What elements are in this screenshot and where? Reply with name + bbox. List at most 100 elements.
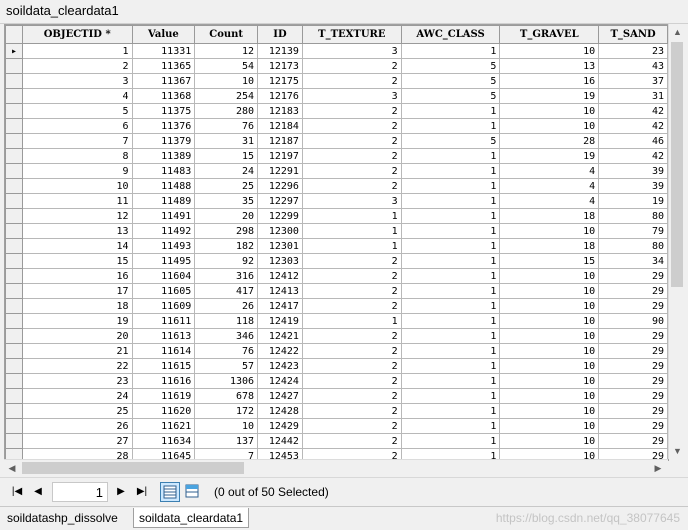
table-cell[interactable]: 31 [194,133,259,149]
table-cell[interactable]: 18 [499,208,600,224]
table-cell[interactable]: 10 [499,268,600,284]
row-selector[interactable] [5,373,23,389]
table-cell[interactable]: 11634 [131,433,196,449]
table-cell[interactable]: 76 [194,343,259,359]
first-record-button[interactable]: |◀ [8,483,26,501]
table-cell[interactable]: 182 [194,238,259,254]
select-all-cell[interactable] [5,25,23,44]
table-cell[interactable]: 10 [194,418,259,434]
table-cell[interactable]: 12301 [257,238,303,254]
table-cell[interactable]: 1 [400,298,501,314]
table-row[interactable]: 19 11611 118 12419 1 1 10 90 [5,313,668,329]
table-cell[interactable]: 11613 [131,328,196,344]
table-cell[interactable]: 11615 [131,358,196,374]
table-cell[interactable]: 1 [400,403,501,419]
table-cell[interactable]: 12419 [257,313,303,329]
table-cell[interactable]: 29 [598,343,668,359]
table-cell[interactable]: 10 [499,358,600,374]
table-cell[interactable]: 3 [21,73,133,89]
table-cell[interactable]: 3 [301,43,402,59]
table-cell[interactable]: 16 [499,73,600,89]
table-cell[interactable]: 25 [21,403,133,419]
table-cell[interactable]: 2 [301,388,402,404]
table-row[interactable]: 12 11491 20 12299 1 1 18 80 [5,208,668,224]
table-cell[interactable]: 1 [400,43,501,59]
table-cell[interactable]: 13 [499,58,600,74]
table-cell[interactable]: 46 [598,133,668,149]
table-cell[interactable]: 13 [21,223,133,239]
table-cell[interactable]: 11620 [131,403,196,419]
table-cell[interactable]: 417 [194,283,259,299]
table-cell[interactable]: 678 [194,388,259,404]
table-cell[interactable]: 4 [499,163,600,179]
table-cell[interactable]: 10 [499,343,600,359]
table-cell[interactable]: 92 [194,253,259,269]
table-cell[interactable]: 1 [301,238,402,254]
table-cell[interactable]: 1 [400,358,501,374]
table-cell[interactable]: 37 [598,73,668,89]
table-cell[interactable]: 11 [21,193,133,209]
table-cell[interactable]: 1 [400,208,501,224]
table-cell[interactable]: 23 [21,373,133,389]
table-cell[interactable]: 11611 [131,313,196,329]
table-cell[interactable]: 3 [301,88,402,104]
table-cell[interactable]: 11368 [131,88,196,104]
table-cell[interactable]: 12429 [257,418,303,434]
table-cell[interactable]: 11389 [131,148,196,164]
column-header[interactable]: T_TEXTURE [301,25,402,44]
table-cell[interactable]: 11365 [131,58,196,74]
table-cell[interactable]: 2 [301,298,402,314]
row-selector[interactable] [5,238,23,254]
table-cell[interactable]: 12422 [257,343,303,359]
scroll-up-icon[interactable]: ▲ [669,24,686,40]
table-cell[interactable]: 11619 [131,388,196,404]
table-cell[interactable]: 254 [194,88,259,104]
table-cell[interactable]: 280 [194,103,259,119]
table-row[interactable]: 15 11495 92 12303 2 1 15 34 [5,253,668,269]
table-cell[interactable]: 90 [598,313,668,329]
next-record-button[interactable]: ▶ [112,483,130,501]
column-header[interactable]: Value [131,25,196,44]
show-selected-records-button[interactable] [183,482,203,502]
current-record-input[interactable]: 1 [52,482,108,502]
table-cell[interactable]: 20 [194,208,259,224]
table-row[interactable]: 25 11620 172 12428 2 1 10 29 [5,403,668,419]
row-selector[interactable] [5,73,23,89]
table-cell[interactable]: 1 [400,253,501,269]
table-row[interactable]: 10 11488 25 12296 2 1 4 39 [5,178,668,194]
row-selector[interactable] [5,58,23,74]
table-cell[interactable]: 2 [301,328,402,344]
column-header[interactable]: OBJECTID * [21,25,133,44]
table-cell[interactable]: 1 [21,43,133,59]
table-cell[interactable]: 12412 [257,268,303,284]
table-cell[interactable]: 1 [400,178,501,194]
table-cell[interactable]: 1 [400,118,501,134]
table-cell[interactable]: 12173 [257,58,303,74]
table-cell[interactable]: 19 [598,193,668,209]
table-cell[interactable]: 12427 [257,388,303,404]
table-cell[interactable]: 2 [301,178,402,194]
row-selector[interactable] [5,148,23,164]
table-cell[interactable]: 7 [21,133,133,149]
table-cell[interactable]: 10 [21,178,133,194]
table-cell[interactable]: 10 [499,433,600,449]
data-grid[interactable]: OBJECTID * Value Count ID T_TEXTURE AWC_… [5,25,668,460]
table-cell[interactable]: 1 [400,343,501,359]
table-cell[interactable]: 22 [21,358,133,374]
table-cell[interactable]: 5 [400,133,501,149]
table-cell[interactable]: 15 [499,253,600,269]
table-cell[interactable]: 34 [598,253,668,269]
row-selector[interactable] [5,433,23,449]
table-cell[interactable]: 12296 [257,178,303,194]
table-cell[interactable]: 10 [499,283,600,299]
table-cell[interactable]: 11605 [131,283,196,299]
table-cell[interactable]: 80 [598,208,668,224]
table-cell[interactable]: 31 [598,88,668,104]
table-cell[interactable]: 19 [499,148,600,164]
table-cell[interactable]: 25 [194,178,259,194]
table-cell[interactable]: 1 [400,163,501,179]
row-selector[interactable] [5,163,23,179]
table-row[interactable]: 22 11615 57 12423 2 1 10 29 [5,358,668,374]
table-cell[interactable]: 12300 [257,223,303,239]
row-selector[interactable] [5,328,23,344]
